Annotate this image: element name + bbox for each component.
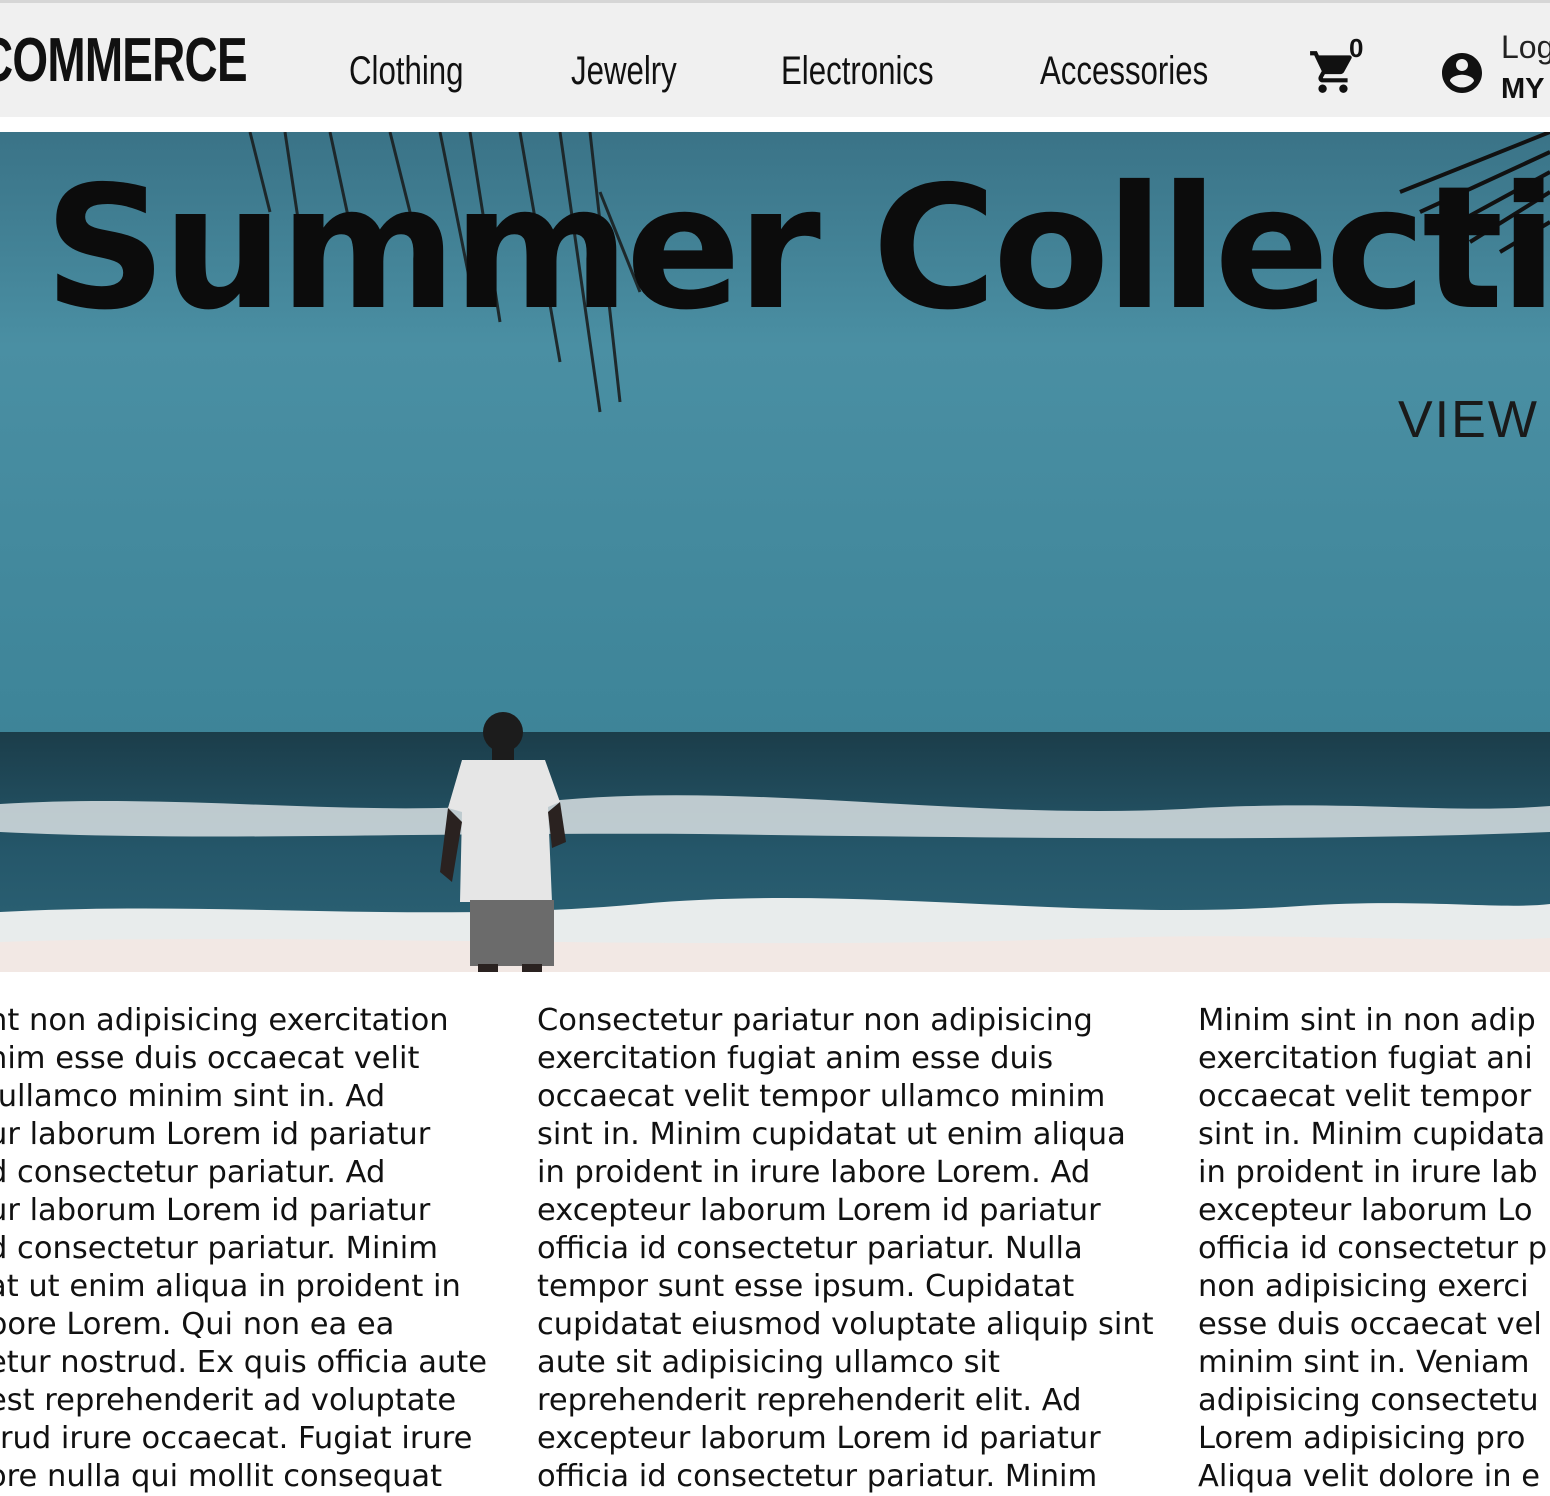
hero-banner: Summer Collecti VIEW <box>0 132 1550 972</box>
account-login-link[interactable]: Log <box>1501 29 1550 66</box>
view-collection-button[interactable]: VIEW <box>1398 390 1539 450</box>
account-circle-icon <box>1442 53 1482 93</box>
account-my-label[interactable]: MY <box>1501 73 1545 106</box>
hero-title: Summer Collecti <box>44 150 1550 348</box>
text-column-1: nt non adipisicing exercitation nim esse… <box>0 1003 488 1494</box>
logo[interactable]: COMMERCE <box>0 27 248 95</box>
text-column-2: Consectetur pariatur non adipisicing exe… <box>537 1003 1154 1494</box>
navbar: COMMERCE Clothing Jewelry Electronics Ac… <box>0 3 1550 117</box>
account-button[interactable] <box>1438 49 1486 97</box>
nav-link-electronics[interactable]: Electronics <box>781 47 934 95</box>
text-column-3: Minim sint in non adip exercitation fugi… <box>1198 1003 1548 1494</box>
nav-link-accessories[interactable]: Accessories <box>1040 47 1208 95</box>
nav-link-clothing[interactable]: Clothing <box>349 47 463 95</box>
cart-count-badge: 0 <box>1349 33 1364 63</box>
nav-link-jewelry[interactable]: Jewelry <box>571 47 677 95</box>
